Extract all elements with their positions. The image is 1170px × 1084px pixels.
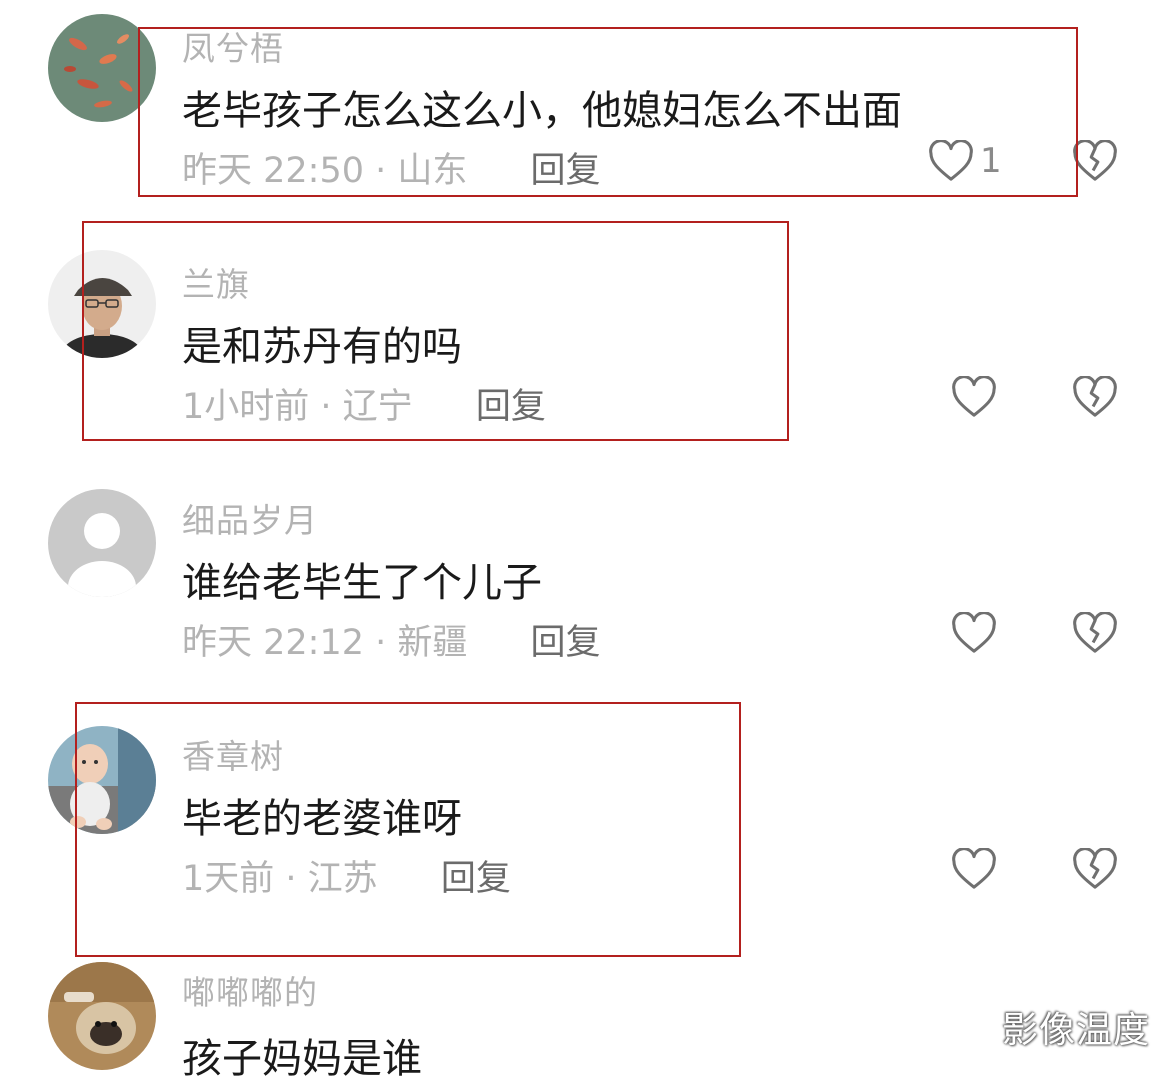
comment-item: 兰旗 是和苏丹有的吗 1小时前 · 辽宁 回复 (0, 236, 1170, 472)
comment-username[interactable]: 凤兮梧 (182, 22, 284, 70)
comment-text: 孩子妈妈是谁 (182, 1036, 422, 1082)
broken-heart-icon (1073, 376, 1117, 417)
comment-item: 凤兮梧 老毕孩子怎么这么小，他媳妇怎么不出面 昨天 22:50 · 山东 回复 … (0, 0, 1170, 236)
comment-username[interactable]: 兰旗 (182, 258, 250, 306)
comment-text: 是和苏丹有的吗 (182, 324, 462, 370)
like-count: 1 (980, 141, 1002, 181)
reply-button[interactable]: 回复 (441, 859, 511, 899)
comment-text: 谁给老毕生了个儿子 (182, 560, 542, 606)
comment-time: 昨天 22:50 (182, 151, 364, 191)
comment-text: 毕老的老婆谁呀 (182, 796, 462, 842)
avatar-baby-image (48, 726, 156, 834)
comment-location: 辽宁 (342, 387, 413, 427)
watermark-text: 影像温度 (1001, 1010, 1150, 1051)
dislike-button[interactable] (1072, 376, 1118, 418)
comment-location: 山东 (397, 151, 468, 191)
comment-item: 香章树 毕老的老婆谁呀 1天前 · 江苏 回复 (0, 708, 1170, 944)
avatar-man-cap-image (48, 250, 156, 358)
heart-icon (952, 848, 996, 889)
comment-item: 细品岁月 谁给老毕生了个儿子 昨天 22:12 · 新疆 回复 (0, 472, 1170, 708)
meta-separator: · (364, 623, 398, 663)
meta-separator: · (364, 151, 398, 191)
broken-heart-icon (1073, 140, 1117, 181)
meta-separator: · (274, 859, 308, 899)
avatar[interactable] (48, 726, 156, 834)
broken-heart-icon (1073, 848, 1117, 889)
dislike-button[interactable] (1072, 848, 1118, 890)
comment-time: 1小时前 (182, 387, 310, 427)
comment-location: 江苏 (307, 859, 378, 899)
comment-text: 老毕孩子怎么这么小，他媳妇怎么不出面 (182, 88, 902, 134)
broken-heart-icon (1073, 612, 1117, 653)
reply-button[interactable]: 回复 (531, 623, 601, 663)
comment-meta: 昨天 22:50 · 山东 回复 (182, 142, 601, 193)
heart-icon (952, 612, 996, 653)
reply-button[interactable]: 回复 (476, 387, 546, 427)
dislike-button[interactable] (1072, 612, 1118, 654)
reply-button[interactable]: 回复 (531, 151, 601, 191)
meta-separator: · (309, 387, 343, 427)
heart-icon (952, 376, 996, 417)
heart-icon (929, 140, 973, 181)
comment-meta: 1小时前 · 辽宁 回复 (182, 378, 546, 429)
comment-username[interactable]: 细品岁月 (182, 494, 318, 542)
comment-username[interactable]: 嘟嘟嘟的 (182, 966, 318, 1014)
avatar[interactable] (48, 250, 156, 358)
avatar-pug-image (48, 962, 156, 1070)
dislike-button[interactable] (1072, 140, 1118, 182)
avatar[interactable] (48, 14, 156, 122)
comment-username[interactable]: 香章树 (182, 730, 284, 778)
comment-location: 新疆 (397, 623, 468, 663)
comment-item: 嘟嘟嘟的 孩子妈妈是谁 (0, 944, 1170, 1082)
comment-time: 1天前 (182, 859, 275, 899)
like-button[interactable] (951, 848, 997, 890)
comment-meta: 昨天 22:12 · 新疆 回复 (182, 614, 601, 665)
avatar[interactable] (48, 962, 156, 1070)
default-avatar-icon (48, 489, 156, 597)
comment-meta: 1天前 · 江苏 回复 (182, 850, 511, 901)
like-button[interactable] (951, 376, 997, 418)
avatar[interactable] (48, 489, 156, 597)
avatar-goldfish-image (48, 14, 156, 122)
like-button[interactable] (951, 612, 997, 654)
like-button[interactable]: 1 (928, 140, 1002, 182)
comment-time: 昨天 22:12 (182, 623, 364, 663)
